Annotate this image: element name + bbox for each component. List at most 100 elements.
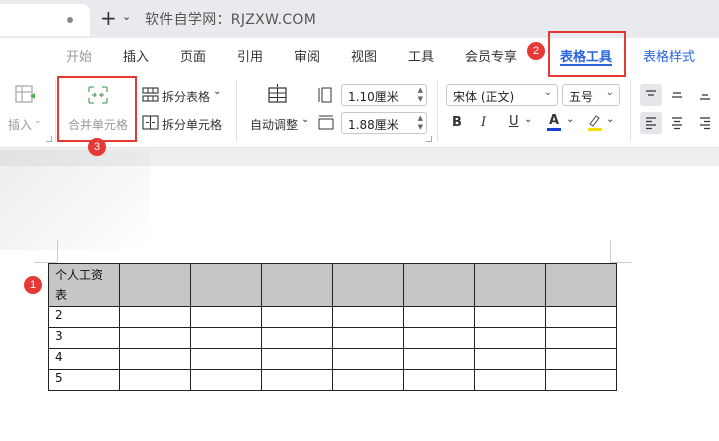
table-cell[interactable] bbox=[403, 306, 475, 328]
bold-button[interactable]: B bbox=[452, 115, 462, 130]
font-size-select[interactable]: 五号 ⌄ bbox=[562, 84, 620, 106]
document-tab[interactable] bbox=[0, 4, 90, 36]
italic-button[interactable]: I bbox=[481, 115, 486, 130]
table-cell[interactable] bbox=[261, 306, 333, 328]
table-cell[interactable]: 5 bbox=[48, 369, 120, 391]
font-size-value: 五号 bbox=[569, 90, 594, 104]
table-cell[interactable] bbox=[332, 348, 404, 370]
table-cell[interactable] bbox=[119, 327, 191, 349]
highlight-icon[interactable] bbox=[587, 113, 603, 131]
column-width-value: 1.88厘米 bbox=[348, 118, 399, 132]
annotation-badge-1: 1 bbox=[24, 276, 42, 294]
table-cell[interactable] bbox=[545, 306, 617, 328]
highlight-chevron-down-icon[interactable]: ⌄ bbox=[606, 114, 614, 125]
column-width-stepper[interactable]: ▲ ▼ bbox=[418, 114, 423, 132]
tab-list-chevron-down-icon[interactable]: ⌄ bbox=[122, 10, 131, 23]
table-cell[interactable] bbox=[545, 263, 617, 307]
new-tab-button[interactable]: + bbox=[100, 6, 117, 30]
salary-table[interactable]: 个人工资表 2 3 4 5 bbox=[48, 263, 617, 391]
font-color-button[interactable]: A bbox=[549, 113, 559, 128]
tab-insert[interactable]: 插入 bbox=[123, 46, 149, 65]
table-cell[interactable] bbox=[261, 263, 333, 307]
annotation-box-merge-cells bbox=[57, 76, 137, 142]
table-cell[interactable] bbox=[261, 327, 333, 349]
table-cell[interactable] bbox=[474, 348, 546, 370]
align-top-icon bbox=[646, 90, 656, 96]
table-cell[interactable] bbox=[545, 369, 617, 391]
font-family-select[interactable]: 宋体 (正文) ⌄ bbox=[446, 84, 558, 106]
insert-chevron-down-icon[interactable]: ⌄ bbox=[34, 116, 42, 126]
split-table-chevron-down-icon[interactable]: ⌄ bbox=[213, 86, 221, 97]
insert-table-icon[interactable] bbox=[14, 84, 38, 106]
table-cell[interactable]: 4 bbox=[48, 348, 120, 370]
tab-review[interactable]: 审阅 bbox=[294, 46, 320, 65]
table-cell[interactable] bbox=[332, 327, 404, 349]
table-cell[interactable] bbox=[403, 263, 475, 307]
table-cell[interactable] bbox=[545, 327, 617, 349]
split-table-icon[interactable] bbox=[142, 86, 160, 104]
table-cell[interactable]: 个人工资表 bbox=[48, 263, 120, 307]
table-cell[interactable]: 2 bbox=[48, 306, 120, 328]
table-cell[interactable]: 3 bbox=[48, 327, 120, 349]
font-color-swatch bbox=[547, 128, 561, 131]
table-cell[interactable] bbox=[119, 348, 191, 370]
table-cell[interactable] bbox=[332, 263, 404, 307]
table-header-row: 个人工资表 bbox=[48, 263, 617, 307]
tab-start[interactable]: 开始 bbox=[66, 46, 92, 65]
split-cell-button[interactable]: 拆分单元格 bbox=[162, 116, 222, 133]
table-cell[interactable] bbox=[545, 348, 617, 370]
tab-tools[interactable]: 工具 bbox=[408, 46, 434, 65]
auto-fit-button[interactable]: 自动调整 bbox=[250, 116, 298, 133]
table-cell[interactable] bbox=[190, 306, 262, 328]
table-cell[interactable] bbox=[190, 348, 262, 370]
table-title-line2: 表 bbox=[55, 288, 68, 302]
auto-fit-chevron-down-icon[interactable]: ⌄ bbox=[301, 114, 309, 125]
table-cell[interactable] bbox=[119, 306, 191, 328]
split-table-button[interactable]: 拆分表格 bbox=[162, 88, 210, 105]
align-middle-icon[interactable] bbox=[670, 88, 684, 102]
table-title-line1: 个人工资 bbox=[55, 268, 104, 282]
table-cell[interactable] bbox=[474, 263, 546, 307]
annotation-box-table-tools bbox=[548, 31, 626, 77]
table-cell[interactable] bbox=[474, 369, 546, 391]
table-cell[interactable] bbox=[332, 369, 404, 391]
insert-button-label[interactable]: 插入 bbox=[8, 116, 32, 133]
ribbon-separator bbox=[630, 80, 631, 142]
table-cell[interactable] bbox=[190, 327, 262, 349]
table-cell[interactable] bbox=[119, 263, 191, 307]
table-cell[interactable] bbox=[190, 263, 262, 307]
table-cell[interactable] bbox=[332, 306, 404, 328]
tab-table-style[interactable]: 表格样式 bbox=[643, 46, 695, 65]
tab-view[interactable]: 视图 bbox=[351, 46, 377, 65]
table-cell[interactable] bbox=[403, 327, 475, 349]
table-cell[interactable] bbox=[474, 327, 546, 349]
tab-reference[interactable]: 引用 bbox=[237, 46, 263, 65]
table-cell[interactable] bbox=[261, 348, 333, 370]
margin-marker bbox=[57, 240, 58, 262]
align-bottom-icon[interactable] bbox=[698, 88, 712, 102]
column-width-input[interactable]: 1.88厘米 ▲ ▼ bbox=[341, 112, 427, 134]
font-color-chevron-down-icon[interactable]: ⌄ bbox=[566, 114, 574, 125]
annotation-badge-3: 3 bbox=[88, 138, 106, 156]
align-right-icon[interactable] bbox=[698, 116, 712, 130]
margin-marker bbox=[610, 240, 611, 262]
align-center-icon[interactable] bbox=[670, 116, 684, 130]
table-cell[interactable] bbox=[403, 369, 475, 391]
table-cell[interactable] bbox=[474, 306, 546, 328]
row-height-stepper[interactable]: ▲ ▼ bbox=[418, 86, 423, 104]
group-corner-icon bbox=[46, 136, 52, 142]
table-cell[interactable] bbox=[403, 348, 475, 370]
table-cell[interactable] bbox=[190, 369, 262, 391]
underline-chevron-down-icon[interactable]: ⌄ bbox=[524, 114, 532, 125]
table-row: 4 bbox=[48, 348, 617, 370]
tab-member[interactable]: 会员专享 bbox=[465, 46, 517, 65]
underline-button[interactable]: U bbox=[509, 114, 519, 129]
table-cell[interactable] bbox=[119, 369, 191, 391]
table-row: 2 bbox=[48, 306, 617, 328]
tab-page[interactable]: 页面 bbox=[180, 46, 206, 65]
align-left-icon bbox=[646, 117, 656, 130]
auto-fit-icon[interactable] bbox=[266, 84, 290, 106]
split-cell-icon[interactable] bbox=[142, 114, 160, 132]
table-cell[interactable] bbox=[261, 369, 333, 391]
row-height-input[interactable]: 1.10厘米 ▲ ▼ bbox=[341, 84, 427, 106]
